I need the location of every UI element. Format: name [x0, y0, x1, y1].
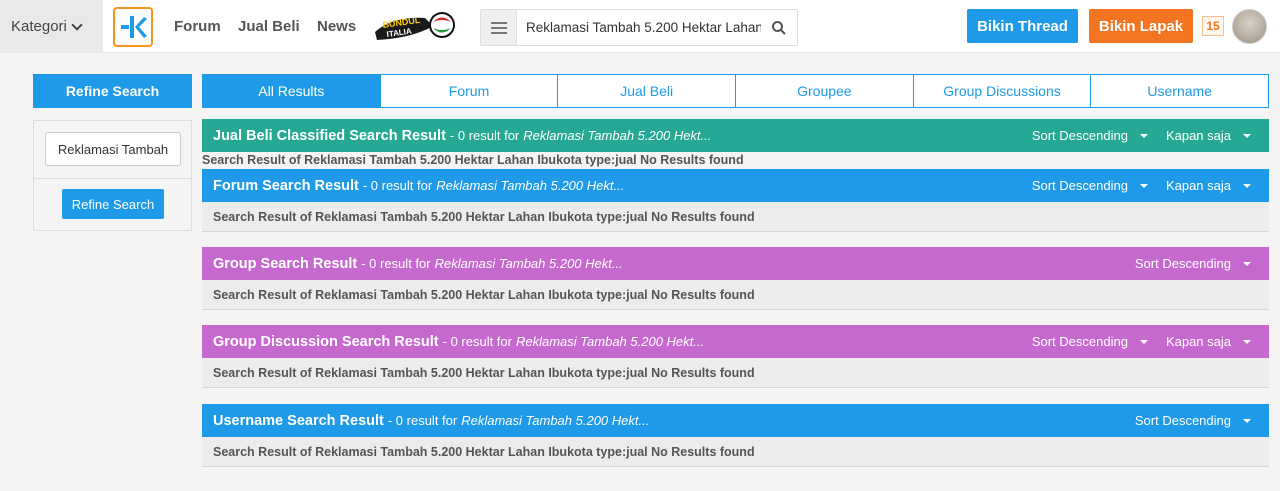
caret-down-icon	[1139, 183, 1148, 188]
nav-news[interactable]: News	[317, 0, 356, 53]
section-controls: Sort Descending	[1135, 413, 1269, 428]
section-controls: Sort Descending	[1135, 256, 1269, 271]
nav-jual-beli[interactable]: Jual Beli	[238, 0, 300, 53]
time-dropdown[interactable]: Kapan saja	[1166, 334, 1251, 349]
time-label: Kapan saja	[1165, 334, 1231, 349]
tab-all-results[interactable]: All Results	[203, 75, 381, 107]
group-discussion-results: Group Discussion Search Result - 0 resul…	[202, 325, 1269, 388]
section-header: Forum Search Result - 0 result for Rekla…	[202, 169, 1269, 202]
no-results-message: Search Result of Reklamasi Tambah 5.200 …	[202, 358, 1269, 388]
top-navbar: Kategori Forum Jual Beli News BUNDUL ITA…	[0, 0, 1280, 53]
forum-results: Forum Search Result - 0 result for Rekla…	[202, 169, 1269, 232]
time-label: Kapan saja	[1165, 178, 1231, 193]
caret-down-icon	[1243, 339, 1251, 344]
sort-label: Sort Descending	[1134, 413, 1231, 428]
group-results: Group Search Result - 0 result for Rekla…	[202, 247, 1269, 310]
result-query: Reklamasi Tambah 5.200 Hekt...	[523, 128, 712, 143]
bikin-thread-button[interactable]: Bikin Thread	[967, 9, 1078, 43]
result-count: - 0 result for	[362, 178, 433, 193]
refine-search-header: Refine Search	[33, 74, 192, 108]
section-controls: Sort Descending Kapan saja	[1032, 128, 1269, 143]
chevron-down-icon	[71, 18, 83, 31]
sort-dropdown[interactable]: Sort Descending	[1135, 413, 1251, 428]
search-bar: Reklamasi Tambah 5.200 Hektar Lahan It	[480, 9, 798, 46]
result-query: Reklamasi Tambah 5.200 Hekt...	[434, 256, 623, 271]
caret-down-icon	[1139, 339, 1148, 344]
section-header: Username Search Result - 0 result for Re…	[202, 404, 1269, 437]
tab-groupee[interactable]: Groupee	[736, 75, 914, 107]
sort-dropdown[interactable]: Sort Descending	[1032, 178, 1148, 193]
refine-search-panel: Reklamasi Tambah Refine Search	[33, 120, 192, 231]
result-count: - 0 result for	[361, 256, 431, 271]
kategori-dropdown[interactable]: Kategori	[0, 0, 103, 53]
tab-group-discussions[interactable]: Group Discussions	[914, 75, 1092, 107]
refine-search-button[interactable]: Refine Search	[62, 189, 164, 219]
sort-dropdown[interactable]: Sort Descending	[1032, 334, 1148, 349]
section-controls: Sort Descending Kapan saja	[1032, 334, 1269, 349]
search-input[interactable]: Reklamasi Tambah 5.200 Hektar Lahan It	[517, 20, 761, 35]
section-header: Group Discussion Search Result - 0 resul…	[202, 325, 1269, 358]
bikin-lapak-button[interactable]: Bikin Lapak	[1089, 9, 1193, 43]
no-results-message: Search Result of Reklamasi Tambah 5.200 …	[202, 280, 1269, 310]
sort-label: Sort Descending	[1031, 128, 1128, 143]
time-dropdown[interactable]: Kapan saja	[1166, 128, 1251, 143]
section-title: Username Search Result	[213, 412, 384, 429]
section-controls: Sort Descending Kapan saja	[1032, 178, 1269, 193]
result-query: Reklamasi Tambah 5.200 Hekt...	[461, 413, 650, 428]
caret-down-icon	[1243, 133, 1251, 138]
kategori-label: Kategori	[11, 18, 67, 35]
time-dropdown[interactable]: Kapan saja	[1166, 178, 1251, 193]
tab-jual-beli[interactable]: Jual Beli	[558, 75, 737, 107]
search-icon[interactable]	[761, 10, 797, 45]
sort-dropdown[interactable]: Sort Descending	[1135, 256, 1251, 271]
result-count: - 0 result for	[442, 334, 512, 349]
section-header: Group Search Result - 0 result for Rekla…	[202, 247, 1269, 280]
user-avatar[interactable]	[1232, 9, 1267, 44]
divider	[34, 178, 191, 179]
result-query: Reklamasi Tambah 5.200 Hekt...	[436, 178, 625, 193]
sort-dropdown[interactable]: Sort Descending	[1032, 128, 1148, 143]
result-query: Reklamasi Tambah 5.200 Hekt...	[515, 334, 705, 349]
caret-down-icon	[1243, 183, 1251, 188]
kaskus-k-icon	[121, 16, 147, 38]
caret-down-icon	[1139, 133, 1148, 138]
caret-down-icon	[1243, 261, 1251, 266]
hamburger-menu-icon[interactable]	[481, 10, 517, 45]
bundul-italia-logo[interactable]: BUNDUL ITALIA	[373, 8, 457, 46]
no-results-message: Search Result of Reklamasi Tambah 5.200 …	[202, 437, 1269, 467]
time-label: Kapan saja	[1165, 128, 1231, 143]
jual-beli-results: Jual Beli Classified Search Result - 0 r…	[202, 119, 1269, 168]
result-count: - 0 result for	[387, 413, 458, 428]
result-tabs: All Results Forum Jual Beli Groupee Grou…	[202, 74, 1269, 108]
section-title: Jual Beli Classified Search Result	[213, 127, 446, 144]
result-count: - 0 result for	[449, 128, 520, 143]
tab-username[interactable]: Username	[1091, 75, 1268, 107]
caret-down-icon	[1243, 418, 1251, 423]
nav-forum[interactable]: Forum	[174, 0, 221, 53]
sort-label: Sort Descending	[1031, 178, 1128, 193]
refine-search-input[interactable]: Reklamasi Tambah	[45, 132, 181, 166]
no-results-message: Search Result of Reklamasi Tambah 5.200 …	[202, 153, 744, 167]
section-header: Jual Beli Classified Search Result - 0 r…	[202, 119, 1269, 152]
kaskus-logo[interactable]	[113, 7, 153, 47]
tab-forum[interactable]: Forum	[381, 75, 559, 107]
notification-badge[interactable]: 15	[1202, 16, 1224, 36]
section-title: Group Discussion Search Result	[213, 333, 439, 350]
no-results-message: Search Result of Reklamasi Tambah 5.200 …	[202, 202, 1269, 232]
sort-label: Sort Descending	[1031, 334, 1128, 349]
section-title: Group Search Result	[213, 255, 358, 272]
sort-label: Sort Descending	[1134, 256, 1231, 271]
username-results: Username Search Result - 0 result for Re…	[202, 404, 1269, 467]
section-title: Forum Search Result	[213, 177, 359, 194]
